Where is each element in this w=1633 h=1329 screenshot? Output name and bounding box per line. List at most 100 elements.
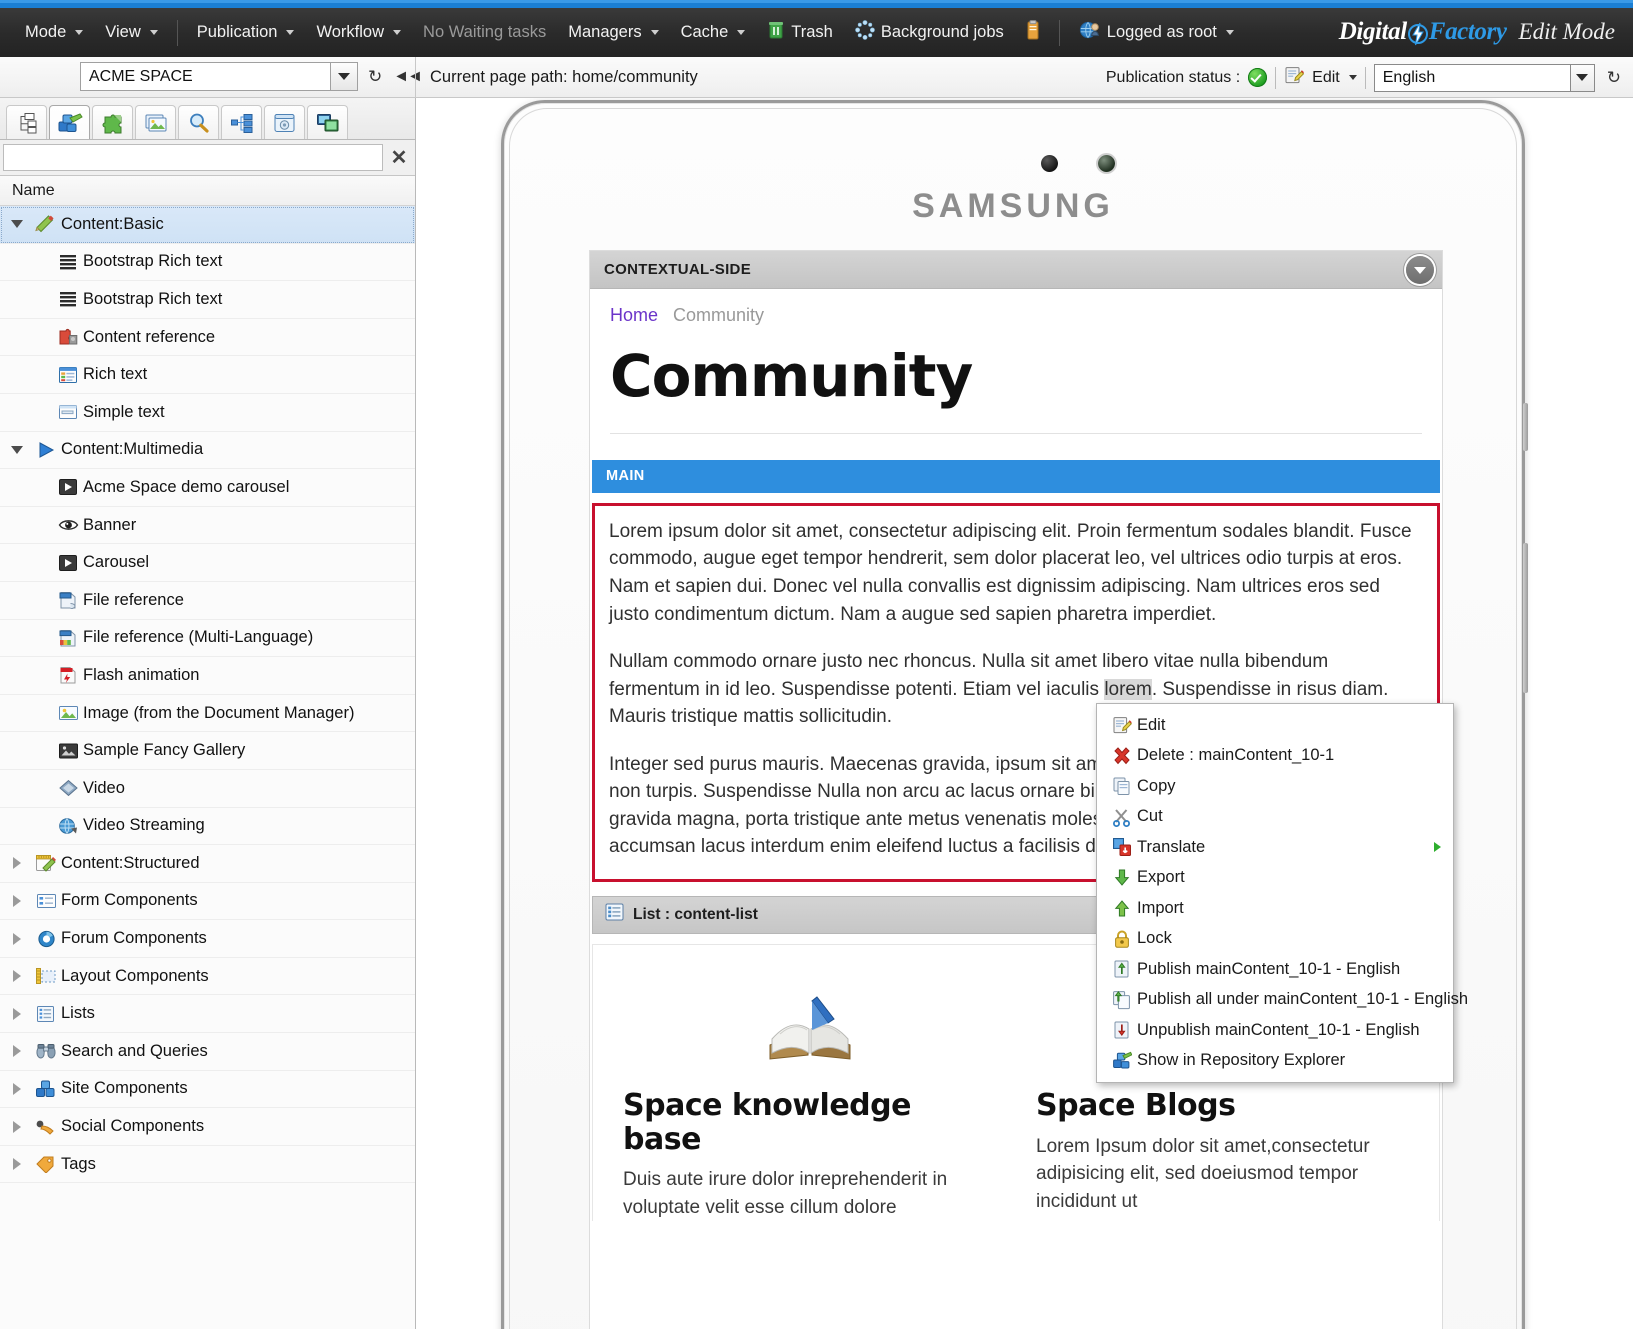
context-menu-item-label: Show in Repository Explorer: [1137, 1051, 1346, 1070]
chevron-down-icon[interactable]: [1406, 256, 1434, 284]
site-select-dropdown-button[interactable]: [330, 62, 358, 91]
tree-item-layout-components[interactable]: Layout Components: [0, 958, 415, 996]
tree-item-video-streaming[interactable]: Video Streaming: [0, 808, 415, 846]
main-area-bar[interactable]: MAIN: [592, 459, 1440, 493]
context-menu-item-show-in-repository-explorer[interactable]: Show in Repository Explorer: [1097, 1046, 1453, 1077]
structure-tab[interactable]: [6, 105, 47, 139]
tree-item-label: Video Streaming: [83, 816, 205, 835]
card-space-knowledge-base[interactable]: Space knowledge base Duis aute irure dol…: [623, 971, 996, 1221]
main-menu-bar: Mode View Publication Workflow No Waitin…: [0, 8, 1633, 57]
tree-tab[interactable]: [221, 105, 262, 139]
context-menu-item-delete[interactable]: Delete : mainContent_10-1: [1097, 741, 1453, 772]
tree-expand-closed-icon[interactable]: [0, 1045, 34, 1058]
language-selector-group[interactable]: English: [1373, 63, 1595, 92]
tree-expand-open-icon[interactable]: [0, 445, 34, 454]
context-menu-item-publish-maincontent-10-1-english[interactable]: Publish mainContent_10-1 - English: [1097, 954, 1453, 985]
tree-item-simple-text[interactable]: Simple text: [0, 394, 415, 432]
tree-item-video[interactable]: Video: [0, 770, 415, 808]
waiting-tasks-status: No Waiting tasks: [412, 8, 557, 57]
menu-cache[interactable]: Cache: [670, 8, 757, 57]
context-menu-item-label: Publish all under mainContent_10-1 - Eng…: [1137, 990, 1469, 1009]
menu-trash[interactable]: Trash: [756, 8, 844, 57]
context-menu-item-publish-all-under-maincontent-10-1-english[interactable]: Publish all under mainContent_10-1 - Eng…: [1097, 985, 1468, 1016]
context-menu-item-copy[interactable]: Copy: [1097, 771, 1453, 802]
search-tab[interactable]: [178, 105, 219, 139]
menu-publication[interactable]: Publication: [186, 8, 306, 57]
menu-view[interactable]: View: [94, 8, 168, 57]
tree-item-rich-text[interactable]: Rich text: [0, 356, 415, 394]
menu-managers[interactable]: Managers: [557, 8, 669, 57]
language-select-value[interactable]: English: [1373, 63, 1570, 92]
tree-item-content-basic[interactable]: Content:Basic: [0, 206, 415, 244]
filter-input[interactable]: [3, 144, 383, 171]
context-menu-item-lock[interactable]: Lock: [1097, 924, 1453, 955]
tree-item-search-and-queries[interactable]: Search and Queries: [0, 1033, 415, 1071]
tree-item-carousel[interactable]: Carousel: [0, 544, 415, 582]
tree-item-lists[interactable]: Lists: [0, 995, 415, 1034]
tree-expand-open-icon[interactable]: [0, 220, 34, 229]
tree-expand-closed-icon[interactable]: [0, 970, 34, 983]
tree-item-content-structured[interactable]: Content:Structured: [0, 845, 415, 883]
content-paragraph-1: Lorem ipsum dolor sit amet, consectetur …: [609, 520, 1412, 625]
context-menu-item-edit[interactable]: Edit: [1097, 710, 1453, 741]
file-ref-multi-icon: [56, 628, 80, 648]
tree-item-sample-fancy-gallery[interactable]: Sample Fancy Gallery: [0, 732, 415, 770]
tree-expand-closed-icon[interactable]: [0, 1120, 34, 1133]
tree-expand-closed-icon[interactable]: [0, 1082, 34, 1095]
modules-tab[interactable]: [92, 105, 133, 139]
breadcrumb-home-link[interactable]: Home: [610, 305, 658, 325]
device-camera-icon: [1098, 155, 1115, 172]
tree-item-bootstrap-rich-text[interactable]: Bootstrap Rich text: [0, 281, 415, 319]
menu-workflow[interactable]: Workflow: [305, 8, 412, 57]
preview-tab[interactable]: [307, 105, 348, 139]
tree-item-file-reference-multi-language[interactable]: File reference (Multi-Language): [0, 620, 415, 658]
edit-dropdown-button[interactable]: Edit: [1312, 69, 1357, 87]
context-menu-item-import[interactable]: Import: [1097, 893, 1453, 924]
menu-background-jobs[interactable]: Background jobs: [844, 8, 1015, 57]
tree-expand-closed-icon[interactable]: [0, 1007, 34, 1020]
refresh-icon[interactable]: ↻: [368, 67, 382, 87]
image-icon: [56, 703, 80, 723]
site-select-value[interactable]: ACME SPACE: [80, 62, 330, 91]
language-dropdown-button[interactable]: [1569, 63, 1595, 92]
tree-item-image-from-the-document-manager[interactable]: Image (from the Document Manager): [0, 695, 415, 733]
tree-item-forum-components[interactable]: Forum Components: [0, 920, 415, 958]
menu-clipboard[interactable]: [1015, 8, 1051, 57]
media-tab[interactable]: [135, 105, 176, 139]
collapse-left-icon[interactable]: ◄◄: [393, 68, 423, 86]
tree-item-bootstrap-rich-text[interactable]: Bootstrap Rich text: [0, 244, 415, 282]
tree-item-flash-animation[interactable]: Flash animation: [0, 657, 415, 695]
tree-item-content-reference[interactable]: Content reference: [0, 319, 415, 357]
close-icon[interactable]: ✕: [386, 145, 412, 170]
language-refresh-icon[interactable]: ↻: [1607, 68, 1621, 88]
tree-item-tags[interactable]: Tags: [0, 1146, 415, 1184]
tree-item-content-multimedia[interactable]: Content:Multimedia: [0, 432, 415, 470]
menu-divider: [176, 19, 178, 46]
tree-item-banner[interactable]: Banner: [0, 507, 415, 545]
site-selector-group[interactable]: ACME SPACE ↻ ◄◄: [80, 62, 423, 91]
tree-expand-closed-icon[interactable]: [0, 857, 34, 870]
tree-item-site-components[interactable]: Site Components: [0, 1071, 415, 1109]
binoculars-icon: [34, 1041, 58, 1061]
tree-expand-closed-icon[interactable]: [0, 932, 34, 945]
list-icon: [605, 903, 624, 926]
tree-expand-closed-icon[interactable]: [0, 894, 34, 907]
menu-mode[interactable]: Mode: [14, 8, 94, 57]
components-tab[interactable]: [49, 105, 90, 139]
tree-item-acme-space-demo-carousel[interactable]: Acme Space demo carousel: [0, 469, 415, 507]
main-area-label: MAIN: [606, 468, 645, 485]
tree-item-social-components[interactable]: Social Components: [0, 1108, 415, 1146]
tree-item-file-reference[interactable]: File reference: [0, 582, 415, 620]
translate-icon: [1107, 837, 1137, 857]
waiting-tasks-label: No Waiting tasks: [423, 23, 547, 41]
contextual-side-area-bar[interactable]: CONTEXTUAL-SIDE: [590, 251, 1442, 289]
context-menu-item-cut[interactable]: Cut: [1097, 802, 1453, 833]
settings-tab[interactable]: [264, 105, 305, 139]
menu-logged-as-root[interactable]: Logged as root: [1068, 8, 1245, 57]
tree-item-form-components[interactable]: Form Components: [0, 883, 415, 921]
context-menu-item-export[interactable]: Export: [1097, 863, 1453, 894]
tree-item-label: Acme Space demo carousel: [83, 477, 290, 496]
context-menu-item-translate[interactable]: Translate: [1097, 832, 1453, 863]
tree-expand-closed-icon[interactable]: [0, 1158, 34, 1171]
context-menu-item-unpublish-maincontent-10-1-english[interactable]: Unpublish mainContent_10-1 - English: [1097, 1015, 1453, 1046]
